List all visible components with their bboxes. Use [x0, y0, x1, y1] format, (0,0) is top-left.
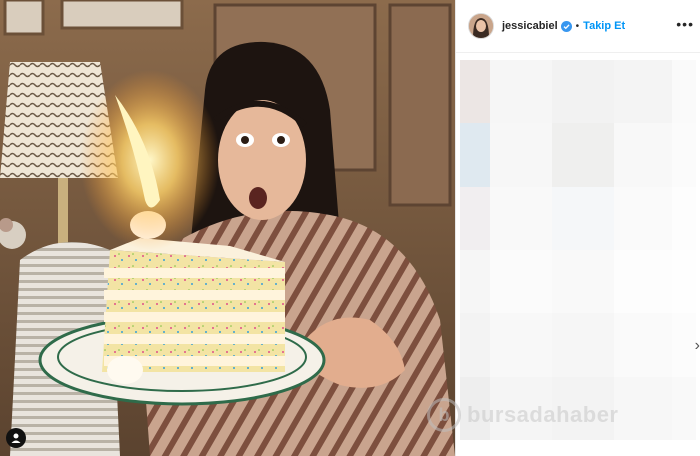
watermark: b bursadahaber: [427, 398, 619, 432]
pixel-block: [552, 60, 614, 124]
avatar[interactable]: [468, 13, 494, 39]
pixel-block: [672, 123, 696, 187]
post-photo[interactable]: [0, 0, 455, 456]
pixel-block: [552, 123, 614, 187]
pixelated-comments: [460, 60, 696, 440]
pixel-block: [672, 60, 696, 124]
pixel-block: [460, 249, 490, 314]
pixel-block: [672, 376, 696, 440]
pixel-block: [490, 186, 552, 250]
next-arrow-icon[interactable]: ›: [695, 337, 700, 355]
post-header: jessicabiel • Takip Et: [456, 0, 700, 53]
pixel-block: [614, 313, 672, 377]
pixel-block: [552, 313, 614, 377]
post-side-panel: jessicabiel • Takip Et ••• ›: [456, 0, 700, 456]
pixel-block: [460, 313, 490, 377]
pixel-block: [460, 60, 490, 124]
pixel-block: [490, 313, 552, 377]
pixel-block: [614, 249, 672, 314]
pixel-block: [614, 376, 672, 440]
pixel-block: [614, 60, 672, 124]
watermark-logo: b: [427, 398, 461, 432]
pixel-block: [614, 186, 672, 250]
pixel-block: [490, 60, 552, 124]
pixel-block: [490, 123, 552, 187]
pixel-block: [460, 186, 490, 250]
user-tag-icon[interactable]: [6, 428, 26, 448]
watermark-logo-letter: b: [438, 404, 450, 425]
more-options-icon[interactable]: •••: [676, 17, 694, 31]
pixel-block: [672, 249, 696, 314]
verified-badge-icon: [560, 20, 572, 32]
user-tag-glyph: [11, 433, 21, 443]
pixel-block: [672, 313, 696, 377]
pixel-block: [614, 123, 672, 187]
photo-illustration: [0, 0, 455, 456]
pixel-block: [672, 186, 696, 250]
pixel-block: [490, 249, 552, 314]
avatar-image: [469, 14, 493, 38]
username-link[interactable]: jessicabiel: [502, 20, 558, 32]
watermark-text: bursadahaber: [467, 402, 619, 427]
pixel-block: [552, 249, 614, 314]
pixel-block: [552, 186, 614, 250]
separator-dot: •: [575, 20, 580, 32]
follow-button[interactable]: Takip Et: [583, 20, 625, 32]
pixel-block: [460, 123, 490, 187]
